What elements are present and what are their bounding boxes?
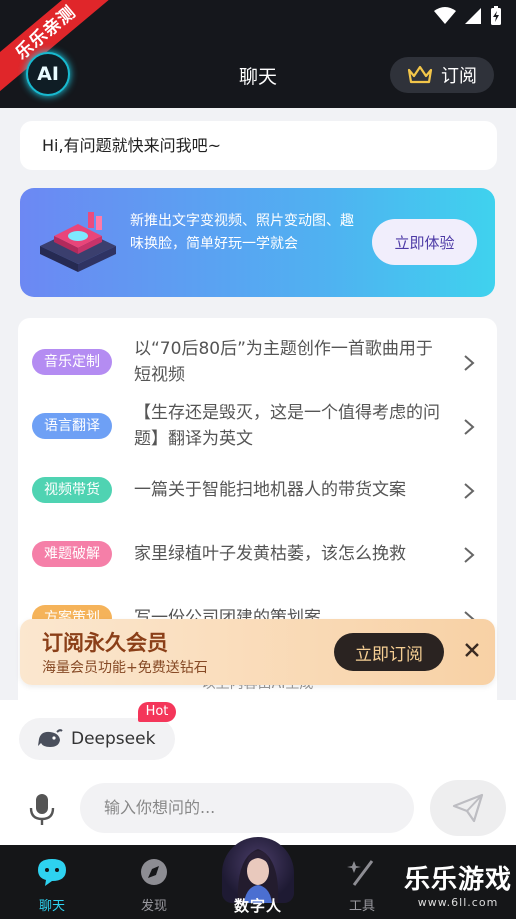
digital-human-avatar[interactable] bbox=[222, 837, 294, 903]
suggestion-tag: 音乐定制 bbox=[32, 349, 112, 375]
model-name: Deepseek bbox=[71, 729, 156, 749]
tab-discover-label: 发现 bbox=[140, 899, 167, 914]
video-device-icon bbox=[40, 212, 116, 272]
suggestion-text: 【生存还是毁灭，这是一个值得考虑的问题】翻译为英文 bbox=[134, 403, 440, 449]
message-input[interactable]: 输入你想问的... bbox=[80, 783, 414, 833]
model-selector[interactable]: Deepseek bbox=[19, 718, 175, 760]
suggestion-text: 家里绿植叶子发黄枯萎，该怎么挽救 bbox=[134, 544, 406, 564]
composer-area: Deepseek Hot 输入你想问的... bbox=[0, 700, 516, 845]
tab-tools-label: 工具 bbox=[348, 899, 375, 914]
subscribe-button[interactable]: 订阅 bbox=[390, 57, 494, 93]
subscribe-now-button[interactable]: 立即订阅 bbox=[334, 633, 444, 671]
watermark-main: 乐乐游戏 bbox=[403, 865, 512, 895]
whale-icon bbox=[38, 729, 63, 747]
suggestion-tag: 视频带货 bbox=[32, 477, 112, 503]
chevron-right-icon bbox=[464, 355, 475, 371]
status-bar bbox=[434, 6, 502, 26]
try-now-button[interactable]: 立即体验 bbox=[372, 219, 477, 265]
subscribe-label: 订阅 bbox=[441, 66, 477, 87]
tab-chat[interactable]: 聊天 bbox=[12, 845, 92, 919]
chevron-right-icon bbox=[464, 419, 475, 435]
promo-banner[interactable]: 新推出文字变视频、照片变动图、趣味换脸，简单好玩一学就会 立即体验 bbox=[20, 188, 495, 297]
suggestion-tag: 难题破解 bbox=[32, 541, 112, 567]
chat-bubble-icon bbox=[38, 859, 66, 886]
tools-wand-icon bbox=[347, 860, 374, 886]
greeting-bubble: Hi,有问题就快来问我吧~ bbox=[20, 121, 497, 170]
suggestion-item[interactable]: 音乐定制 以“70后80后”为主题创作一首歌曲用于短视频 bbox=[18, 332, 497, 392]
avatar-portrait-icon bbox=[237, 849, 279, 903]
member-title: 订阅永久会员 bbox=[42, 631, 168, 655]
wifi-icon bbox=[434, 7, 456, 24]
suggestion-item[interactable]: 难题破解 家里绿植叶子发黄枯萎，该怎么挽救 bbox=[18, 524, 497, 584]
suggestion-text: 以“70后80后”为主题创作一首歌曲用于短视频 bbox=[134, 339, 433, 385]
tab-chat-label: 聊天 bbox=[38, 899, 65, 914]
chevron-right-icon bbox=[464, 483, 475, 499]
microphone-icon[interactable] bbox=[28, 792, 56, 826]
member-popup[interactable]: 订阅永久会员 海量会员功能+免费送钻石 立即订阅 bbox=[20, 619, 495, 685]
member-subtitle: 海量会员功能+免费送钻石 bbox=[42, 660, 208, 676]
tab-digital-human-label: 数字人 bbox=[233, 897, 282, 915]
tab-tools[interactable]: 工具 bbox=[322, 845, 402, 919]
battery-icon bbox=[491, 6, 501, 25]
tab-discover[interactable]: 发现 bbox=[114, 845, 194, 919]
banner-text: 新推出文字变视频、照片变动图、趣味换脸，简单好玩一学就会 bbox=[130, 213, 354, 252]
site-watermark: 乐乐游戏 www.6ll.com bbox=[404, 859, 512, 909]
top-header: 乐乐亲测 AI 聊天 订阅 bbox=[0, 0, 516, 108]
bottom-nav: 聊天 发现 数字人 工具 乐乐游戏 www.6ll.com bbox=[0, 837, 516, 919]
suggestion-item[interactable]: 视频带货 一篇关于智能扫地机器人的带货文案 bbox=[18, 460, 497, 520]
watermark-url: www.6ll.com bbox=[417, 896, 499, 909]
send-icon bbox=[452, 793, 484, 823]
suggestion-tag: 语言翻译 bbox=[32, 413, 112, 439]
send-button[interactable] bbox=[430, 780, 506, 836]
suggestion-item[interactable]: 语言翻译 【生存还是毁灭，这是一个值得考虑的问题】翻译为英文 bbox=[18, 396, 497, 456]
chevron-right-icon bbox=[464, 547, 475, 563]
signal-icon bbox=[465, 8, 481, 24]
hot-badge: Hot bbox=[138, 702, 176, 722]
compass-icon bbox=[141, 859, 167, 885]
crown-icon bbox=[407, 65, 433, 84]
close-icon[interactable] bbox=[463, 641, 481, 659]
suggestion-text: 一篇关于智能扫地机器人的带货文案 bbox=[134, 480, 406, 500]
